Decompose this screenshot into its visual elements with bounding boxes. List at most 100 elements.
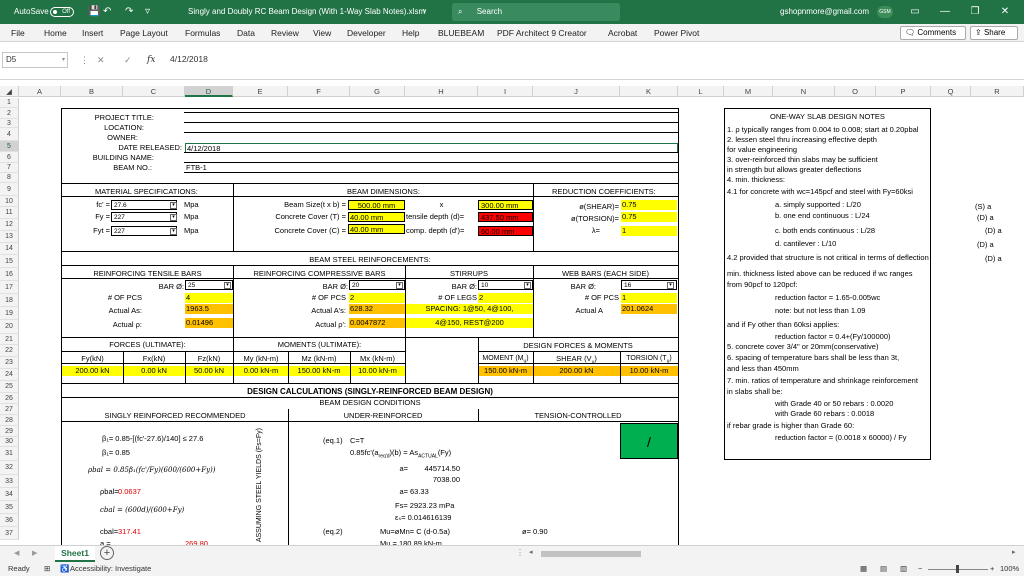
chevron-down-icon[interactable]: ▾ <box>170 228 177 235</box>
row-header[interactable]: 19 <box>0 307 19 320</box>
scroll-left-icon[interactable]: ◂ <box>529 548 533 556</box>
zoom-out-icon[interactable]: − <box>918 562 922 576</box>
row-header[interactable]: 31 <box>0 447 19 461</box>
chevron-down-icon[interactable]: ▾ <box>396 282 403 289</box>
scroll-thumb[interactable] <box>541 551 641 557</box>
row-header[interactable]: 5 <box>0 141 19 152</box>
row-header[interactable]: 21 <box>0 334 19 345</box>
spacing-line-2[interactable]: 4@150, REST@200 <box>406 318 533 328</box>
col-header[interactable]: C <box>123 86 185 97</box>
fz-force-cell[interactable]: 50.00 kN <box>185 366 233 376</box>
tab-developer[interactable]: Developer <box>347 24 386 42</box>
tab-page-layout[interactable]: Page Layout <box>120 24 168 42</box>
tab-home[interactable]: Home <box>44 24 67 42</box>
tab-formulas[interactable]: Formulas <box>185 24 220 42</box>
scroll-right-icon[interactable]: ▸ <box>1012 548 1016 556</box>
row-header[interactable]: 2 <box>0 108 19 119</box>
chevron-down-icon[interactable]: ▾ <box>667 282 674 289</box>
col-header[interactable]: I <box>478 86 533 97</box>
fx-force-cell[interactable]: 0.00 kN <box>123 366 185 376</box>
share-button[interactable]: ⇪ Share <box>970 26 1018 40</box>
fyt-select[interactable]: 227 <box>111 226 177 236</box>
chevron-down-icon[interactable]: ∨ <box>422 0 427 24</box>
row-header[interactable]: 17 <box>0 281 19 294</box>
row-header[interactable]: 32 <box>0 461 19 475</box>
tab-file[interactable]: File <box>11 24 25 42</box>
row-header[interactable]: 10 <box>0 196 19 207</box>
comments-button[interactable]: 🗨 Comments <box>900 26 966 40</box>
tab-help[interactable]: Help <box>402 24 419 42</box>
row-header[interactable]: 28 <box>0 415 19 426</box>
tab-bluebeam[interactable]: BLUEBEAM <box>438 24 484 42</box>
more-icon[interactable]: ⋮ <box>80 52 89 68</box>
cover-c-cell[interactable]: 40.00 mm <box>348 224 405 234</box>
autosave-toggle[interactable]: Off <box>50 0 74 24</box>
minimize-icon[interactable]: — <box>930 0 960 24</box>
tab-data[interactable]: Data <box>237 24 255 42</box>
save-icon[interactable]: 💾 <box>88 0 100 24</box>
phi-shear-cell[interactable]: 0.75 <box>621 200 677 210</box>
prev-sheet-icon[interactable]: ◀ <box>14 549 19 557</box>
row-header[interactable]: 15 <box>0 255 19 268</box>
chevron-down-icon[interactable]: ▾ <box>524 282 531 289</box>
col-header[interactable]: P <box>876 86 931 97</box>
zoom-level[interactable]: 100% <box>1000 562 1019 576</box>
row-header[interactable]: 18 <box>0 294 19 307</box>
col-header[interactable]: A <box>19 86 61 97</box>
col-header[interactable]: N <box>773 86 835 97</box>
select-all-corner[interactable]: ◢ <box>0 86 19 97</box>
tab-pdf-architect[interactable]: PDF Architect 9 Creator <box>497 24 587 42</box>
col-header[interactable]: M <box>724 86 773 97</box>
col-header[interactable]: F <box>288 86 350 97</box>
tab-review[interactable]: Review <box>271 24 299 42</box>
close-icon[interactable]: ✕ <box>990 0 1020 24</box>
page-break-view-icon[interactable]: ▥ <box>900 562 907 576</box>
row-header[interactable]: 12 <box>0 219 19 231</box>
restore-icon[interactable]: ❐ <box>960 0 990 24</box>
horizontal-scrollbar[interactable]: ◂ ▸ <box>525 548 1024 560</box>
col-header[interactable]: D <box>185 86 233 97</box>
zoom-slider-thumb[interactable] <box>956 565 959 573</box>
beam-b-cell[interactable]: 300.00 mm <box>478 200 533 210</box>
beam-t-cell[interactable]: 500.00 mm <box>348 200 405 210</box>
col-header[interactable]: B <box>61 86 123 97</box>
ribbon-display-icon[interactable]: ▭ <box>900 0 930 24</box>
macro-record-icon[interactable]: ⊞ <box>44 562 50 576</box>
sheet-tab-sheet1[interactable]: Sheet1 <box>55 546 95 562</box>
next-sheet-icon[interactable]: ▶ <box>32 549 37 557</box>
cancel-icon[interactable]: ✕ <box>97 52 105 68</box>
col-header[interactable]: L <box>678 86 724 97</box>
row-header[interactable]: 26 <box>0 393 19 404</box>
row-header[interactable]: 7 <box>0 163 19 173</box>
mx-moment-cell[interactable]: 10.00 kN-m <box>350 366 405 376</box>
customize-toolbar-icon[interactable]: ▿ <box>145 0 150 24</box>
fy-select[interactable]: 227 <box>111 212 177 222</box>
row-header[interactable]: 27 <box>0 404 19 415</box>
col-header[interactable]: J <box>533 86 620 97</box>
avatar[interactable]: GSM <box>877 6 893 18</box>
row-header[interactable]: 9 <box>0 183 19 196</box>
account-email[interactable]: gshopnmore@gmail.com <box>780 0 869 24</box>
add-sheet-icon[interactable]: + <box>100 546 114 560</box>
row-header[interactable]: 34 <box>0 488 19 501</box>
row-header[interactable]: 20 <box>0 320 19 334</box>
row-header[interactable]: 37 <box>0 527 19 540</box>
row-header[interactable]: 4 <box>0 128 19 141</box>
row-header[interactable]: 6 <box>0 152 19 163</box>
legs-cell[interactable]: 2 <box>478 293 533 303</box>
chevron-down-icon[interactable]: ▾ <box>224 282 231 289</box>
accessibility-icon[interactable]: ♿ <box>60 562 69 576</box>
row-header[interactable]: 36 <box>0 514 19 527</box>
row-header[interactable]: 22 <box>0 345 19 357</box>
insert-function-icon[interactable]: fx <box>147 52 155 68</box>
redo-icon[interactable]: ↷ <box>125 0 133 24</box>
fy-force-cell[interactable]: 200.00 kN <box>62 366 123 376</box>
comp-pcs-cell[interactable]: 2 <box>349 293 405 303</box>
search-box[interactable]: ⌕ Search <box>452 3 620 21</box>
tensile-pcs-cell[interactable]: 4 <box>185 293 233 303</box>
tab-insert[interactable]: Insert <box>82 24 103 42</box>
chevron-down-icon[interactable]: ▾ <box>170 214 177 221</box>
undo-icon[interactable]: ↶ <box>103 0 111 24</box>
my-moment-cell[interactable]: 0.00 kN-m <box>234 366 288 376</box>
row-header[interactable]: 25 <box>0 381 19 393</box>
